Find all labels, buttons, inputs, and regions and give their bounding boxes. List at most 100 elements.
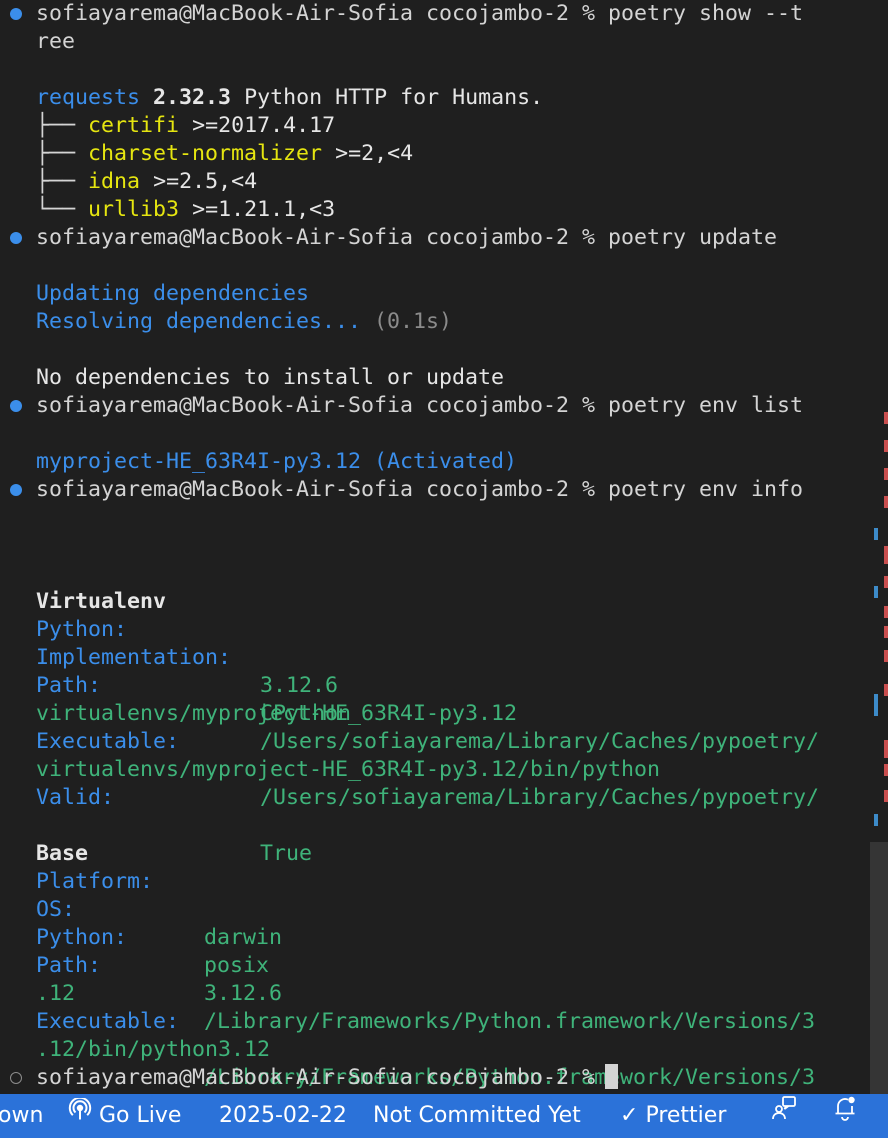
tree-branch: └── [36, 197, 76, 222]
command-line-show-tree: sofiayarema@MacBook-Air-Sofia cocojambo-… [0, 0, 803, 28]
ruler-marker [884, 650, 888, 662]
info-row-wrap: virtualenvs/myproject-HE_63R4I-py3.12 [0, 700, 517, 728]
command-success-marker[interactable] [10, 484, 22, 496]
command-line-env-info: sofiayarema@MacBook-Air-Sofia cocojambo-… [0, 476, 803, 504]
info-row: OS: posix [0, 896, 269, 978]
info-value: darwin [204, 925, 283, 950]
git-blame-date[interactable]: 2025-02-22 [219, 1094, 347, 1138]
go-live-button[interactable]: Go Live [68, 1094, 181, 1138]
scrollbar-thumb[interactable] [870, 842, 888, 1094]
info-row: Python: 3.12.6 [0, 616, 338, 698]
bell-icon [832, 1094, 858, 1138]
dependency-name: idna [88, 169, 141, 194]
ruler-marker [884, 790, 888, 802]
info-label: Valid: [36, 785, 115, 810]
tree-dependency: ├── charset-normalizer >=2,<4 [0, 140, 413, 168]
output-line: myproject-HE_63R4I-py3.12 (Activated) [0, 448, 517, 476]
info-value-wrap: .12 [36, 981, 76, 1006]
command-text: poetry env list [608, 393, 804, 418]
info-row: Implementation: CPython [0, 644, 351, 726]
ruler-marker [884, 412, 888, 424]
terminal-scrollbar[interactable] [870, 0, 888, 1094]
info-value-wrap: .12/bin/python3.12 [36, 1037, 271, 1062]
text-cursor [605, 1064, 619, 1089]
dependency-constraint: >=1.21.1,<3 [192, 197, 336, 222]
command-line-update: sofiayarema@MacBook-Air-Sofia cocojambo-… [0, 224, 777, 252]
update-result: No dependencies to install or update [36, 365, 505, 390]
resolving-time: (0.1s) [374, 309, 453, 334]
dependency-constraint: >=2017.4.17 [192, 113, 336, 138]
command-text: poetry env info [608, 477, 804, 502]
command-line-env-list: sofiayarema@MacBook-Air-Sofia cocojambo-… [0, 392, 803, 420]
output-line: No dependencies to install or update [0, 364, 504, 392]
ruler-marker [874, 694, 878, 716]
package-name: requests [36, 85, 141, 110]
git-blame-status[interactable]: Not Committed Yet [373, 1094, 581, 1138]
prettier-button[interactable]: ✓ Prettier [620, 1094, 726, 1138]
info-value: posix [204, 953, 270, 978]
check-icon: ✓ [620, 1103, 639, 1128]
command-success-marker[interactable] [10, 400, 22, 412]
command-success-marker[interactable] [10, 232, 22, 244]
shell-prompt: sofiayarema@MacBook-Air-Sofia cocojambo-… [36, 393, 596, 418]
go-live-label: Go Live [99, 1103, 182, 1128]
tree-branch: ├── [36, 113, 76, 138]
terminal-panel[interactable]: sofiayarema@MacBook-Air-Sofia cocojambo-… [0, 0, 888, 1094]
notifications-button[interactable] [832, 1094, 858, 1138]
updating-text: Updating dependencies [36, 281, 310, 306]
info-row: Path: /Library/Frameworks/Python.framewo… [0, 952, 815, 1034]
ruler-marker [884, 606, 888, 618]
command-text: poetry update [608, 225, 778, 250]
info-value-wrap: virtualenvs/myproject-HE_63R4I-py3.12/bi… [36, 757, 661, 782]
package-version: 2.32.3 [153, 85, 232, 110]
feedback-button[interactable] [770, 1094, 798, 1138]
command-text: poetry show --t [608, 1, 804, 26]
info-value: 3.12.6 [260, 673, 339, 698]
dependency-constraint: >=2,<4 [335, 141, 414, 166]
info-value: /Users/sofiayarema/Library/Caches/pypoet… [260, 729, 820, 754]
command-line-current[interactable]: sofiayarema@MacBook-Air-Sofia cocojambo-… [0, 1064, 619, 1092]
feedback-icon [770, 1094, 798, 1138]
status-item-partial[interactable]: own [0, 1094, 43, 1138]
info-value: 3.12.6 [204, 981, 283, 1006]
ruler-marker [874, 586, 878, 598]
info-row-wrap: virtualenvs/myproject-HE_63R4I-py3.12/bi… [0, 756, 660, 784]
prettier-label: Prettier [645, 1103, 727, 1128]
info-row: Platform: darwin [0, 868, 282, 950]
output-line: Updating dependencies [0, 280, 309, 308]
tree-dependency: ├── idna >=2.5,<4 [0, 168, 257, 196]
info-row: Path: /Users/sofiayarema/Library/Caches/… [0, 672, 819, 754]
resolving-text: Resolving dependencies... [36, 309, 362, 334]
shell-prompt: sofiayarema@MacBook-Air-Sofia cocojambo-… [36, 1, 596, 26]
info-label: OS: [36, 897, 76, 922]
command-text-wrap: ree [36, 29, 76, 54]
info-label: Path: [36, 673, 102, 698]
ruler-marker [884, 440, 888, 452]
info-row-wrap: .12 [0, 980, 75, 1008]
info-label: Platform: [36, 869, 154, 894]
command-success-marker[interactable] [10, 8, 22, 20]
package-description: Python HTTP for Humans. [244, 85, 544, 110]
tree-dependency: └── urllib3 >=1.21.1,<3 [0, 196, 335, 224]
section-header: Base [0, 840, 88, 868]
shell-prompt: sofiayarema@MacBook-Air-Sofia cocojambo-… [36, 1065, 596, 1090]
ruler-marker [884, 684, 888, 696]
info-label: Executable: [36, 1009, 180, 1034]
dependency-name: urllib3 [88, 197, 180, 222]
ruler-marker [884, 468, 888, 480]
info-row: Valid: True [0, 784, 312, 866]
virtualenv-header: Virtualenv [36, 589, 167, 614]
ruler-marker [884, 626, 888, 638]
info-label: Executable: [36, 729, 180, 754]
command-pending-marker[interactable] [10, 1072, 22, 1084]
ruler-marker [884, 546, 888, 564]
info-row: Python: 3.12.6 [0, 924, 282, 1006]
info-value: /Library/Frameworks/Python.framework/Ver… [204, 1009, 816, 1034]
info-value-wrap: virtualenvs/myproject-HE_63R4I-py3.12 [36, 701, 518, 726]
tree-root: requests 2.32.3 Python HTTP for Humans. [0, 84, 543, 112]
info-label: Python: [36, 925, 128, 950]
status-bar: own Go Live 2025-02-22 Not Committed Yet… [0, 1094, 888, 1138]
shell-prompt: sofiayarema@MacBook-Air-Sofia cocojambo-… [36, 225, 596, 250]
broadcast-icon [68, 1094, 92, 1138]
info-label: Python: [36, 617, 128, 642]
